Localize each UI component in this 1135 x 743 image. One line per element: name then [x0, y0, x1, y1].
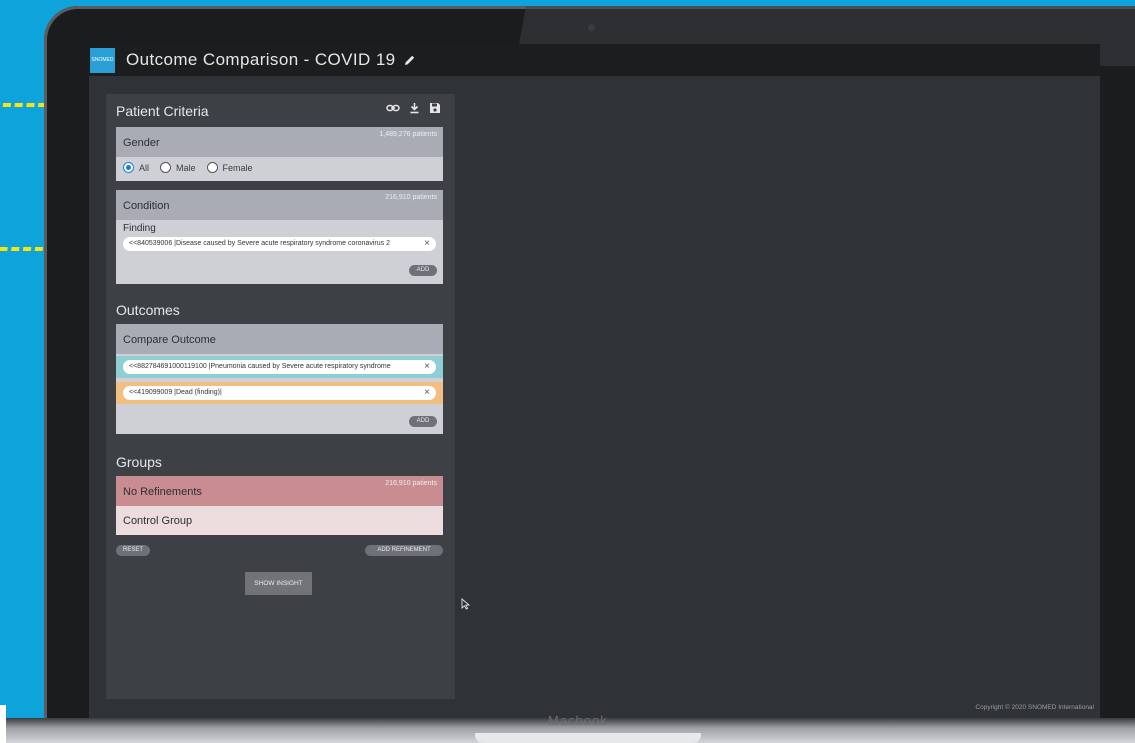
radio-male[interactable]	[160, 162, 172, 173]
outcomes-card-header: Compare Outcome	[116, 324, 443, 354]
add-outcome-button[interactable]: ADD	[409, 416, 437, 427]
close-icon[interactable]: ×	[424, 237, 430, 251]
radio-female[interactable]	[206, 162, 218, 173]
finding-input[interactable]: <<840539006 |Disease caused by Severe ac…	[123, 237, 436, 251]
laptop-brand: Macbook	[548, 713, 608, 728]
close-icon[interactable]: ×	[424, 360, 430, 374]
show-insight-button[interactable]: SHOW INSIGHT	[245, 572, 312, 595]
groups-card: No Refinements 216,910 patients Control …	[116, 476, 443, 535]
top-bar: SNOMED Outcome Comparison - COVID 19	[89, 44, 1100, 76]
condition-card: Condition 216,910 patients Finding <<840…	[116, 190, 443, 284]
radio-female-label[interactable]: Female	[223, 163, 253, 173]
reset-button[interactable]: RESET	[116, 545, 150, 556]
outcomes-card: Compare Outcome <<882784691000119100 |Pn…	[116, 324, 443, 434]
patient-criteria-title: Patient Criteria	[116, 103, 209, 119]
download-icon[interactable]	[409, 101, 420, 119]
no-refinements-label: No Refinements	[123, 486, 202, 498]
finding-value: <<840539006 |Disease caused by Severe ac…	[129, 240, 390, 247]
gender-patient-count: 1,489,276 patients	[379, 131, 437, 138]
cursor-icon	[461, 597, 471, 615]
condition-card-header: Condition 216,910 patients	[116, 190, 443, 220]
corner-patch	[0, 705, 6, 743]
groups-title: Groups	[116, 454, 162, 470]
criteria-toolbar	[386, 101, 441, 119]
gender-card-header: Gender 1,489,276 patients	[116, 127, 443, 157]
compare-outcome-label: Compare Outcome	[123, 334, 216, 346]
gender-label: Gender	[123, 137, 160, 149]
page-title: Outcome Comparison - COVID 19	[126, 50, 396, 69]
copyright-text: Copyright © 2020 SNOMED International	[975, 704, 1094, 711]
link-icon[interactable]	[386, 101, 400, 119]
outcome-band-pneumonia: <<882784691000119100 |Pneumonia caused b…	[116, 356, 443, 378]
condition-label: Condition	[123, 200, 170, 212]
outcome-band-dead: <<419099009 |Dead (finding)| ×	[116, 382, 443, 404]
condition-patient-count: 216,910 patients	[385, 194, 437, 201]
add-finding-button[interactable]: ADD	[409, 265, 437, 276]
save-icon[interactable]	[429, 101, 441, 119]
app-screen: SNOMED Outcome Comparison - COVID 19 Pat…	[89, 44, 1100, 718]
groups-patient-count: 216,910 patients	[385, 480, 437, 487]
laptop-notch	[475, 733, 701, 743]
gender-card: Gender 1,489,276 patients All Male Femal…	[116, 127, 443, 181]
criteria-panel: Patient Criteria Gender 1,489,276 patien…	[106, 94, 455, 699]
outcomes-title: Outcomes	[116, 302, 180, 318]
outcome-value-pneumonia: <<882784691000119100 |Pneumonia caused b…	[129, 363, 391, 370]
outcome-input-pneumonia[interactable]: <<882784691000119100 |Pneumonia caused b…	[123, 360, 436, 374]
control-group-label: Control Group	[123, 515, 193, 527]
logo-text: SNOMED	[91, 57, 114, 63]
no-refinements-header[interactable]: No Refinements 216,910 patients	[116, 476, 443, 506]
add-refinement-button[interactable]: ADD REFINEMENT	[365, 545, 443, 556]
radio-all[interactable]	[123, 162, 134, 173]
close-icon[interactable]: ×	[424, 386, 430, 400]
snomed-logo: SNOMED	[90, 47, 115, 73]
outcome-input-dead[interactable]: <<419099009 |Dead (finding)| ×	[123, 386, 436, 400]
outcome-value-dead: <<419099009 |Dead (finding)|	[129, 389, 222, 396]
radio-male-label[interactable]: Male	[176, 163, 196, 173]
gender-radio-group: All Male Female	[123, 162, 261, 173]
pencil-icon[interactable]	[404, 54, 416, 66]
finding-label: Finding	[123, 223, 156, 234]
camera-icon	[588, 24, 595, 31]
radio-all-label[interactable]: All	[139, 163, 149, 173]
